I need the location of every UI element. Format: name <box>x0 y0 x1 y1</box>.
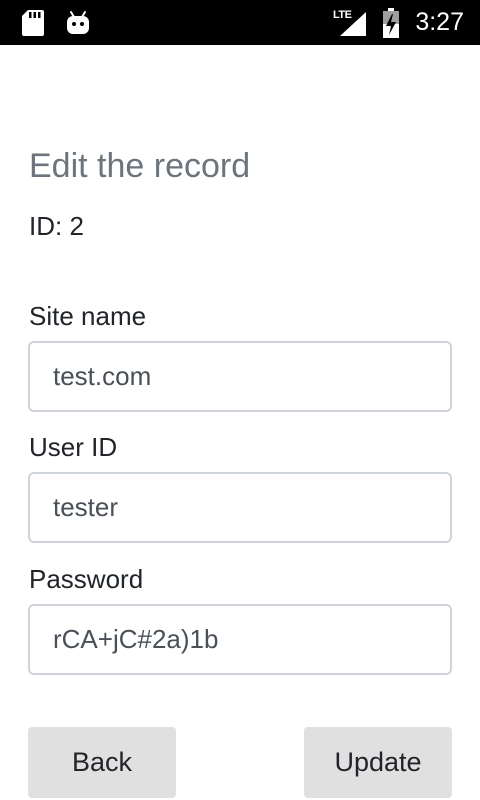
site-name-label: Site name <box>29 301 147 331</box>
user-id-input[interactable] <box>28 472 452 543</box>
signal-icon <box>340 12 366 41</box>
back-button[interactable]: Back <box>28 727 176 798</box>
edit-record-screen: Edit the record ID: 2 Site name User ID … <box>0 45 480 800</box>
site-name-input[interactable] <box>28 341 452 412</box>
record-id: ID: 2 <box>29 211 84 241</box>
clock: 3:27 <box>415 8 464 36</box>
user-id-label: User ID <box>29 432 118 462</box>
sd-card-icon <box>22 10 44 41</box>
status-bar: LTE 3:27 <box>0 0 480 45</box>
password-input[interactable] <box>28 604 452 675</box>
page-title: Edit the record <box>29 147 251 185</box>
android-icon <box>66 10 90 41</box>
password-label: Password <box>29 564 144 594</box>
update-button[interactable]: Update <box>304 727 452 798</box>
battery-icon <box>382 8 400 43</box>
